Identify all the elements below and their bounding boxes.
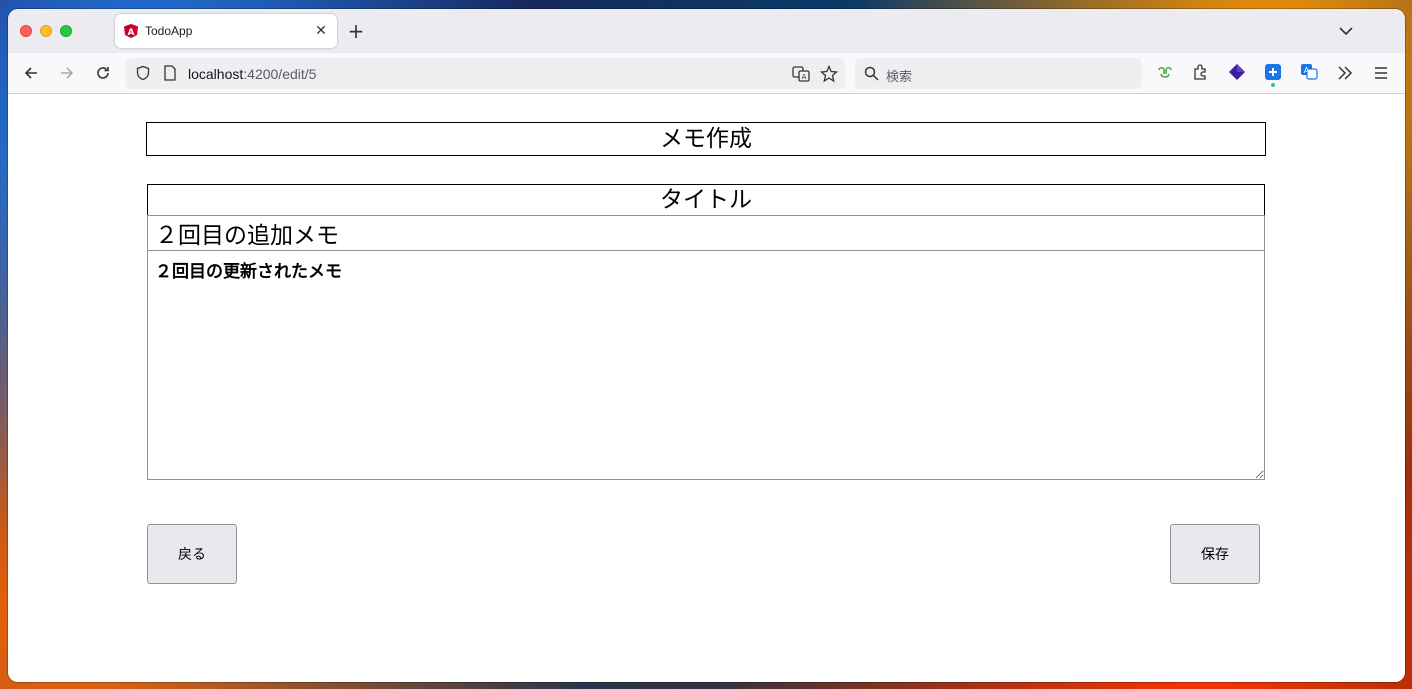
nav-bar: localhost:4200/edit/5 A 検索 A	[8, 53, 1405, 94]
diamond-extension-icon[interactable]	[1228, 63, 1246, 81]
plus-extension-icon[interactable]	[1264, 63, 1282, 81]
star-icon[interactable]	[820, 65, 838, 83]
url-text[interactable]: localhost:4200/edit/5	[188, 66, 316, 82]
menu-icon[interactable]	[1372, 64, 1390, 82]
page-title: メモ作成	[146, 122, 1266, 156]
memo-body-textarea[interactable]: ２回目の更新されたメモ	[147, 250, 1265, 480]
svg-text:A: A	[128, 28, 135, 38]
save-button[interactable]: 保存	[1170, 524, 1260, 584]
overflow-icon[interactable]	[1336, 64, 1354, 82]
title-input[interactable]	[147, 215, 1265, 251]
new-tab-icon[interactable]: +	[346, 21, 366, 42]
url-bar[interactable]: localhost:4200/edit/5 A	[126, 58, 845, 89]
svg-text:A: A	[802, 73, 807, 81]
angular-logo-icon: A	[124, 24, 138, 38]
page-icon[interactable]	[163, 65, 177, 81]
shield-icon[interactable]	[135, 65, 151, 81]
extension-icon[interactable]	[1155, 64, 1175, 82]
translate-extension-icon[interactable]: A	[1300, 63, 1318, 81]
minimize-window-button[interactable]	[40, 25, 52, 37]
title-label: タイトル	[147, 184, 1265, 216]
tab-bar: A TodoApp ✕ +	[8, 9, 1405, 53]
url-path: :4200/edit/5	[243, 66, 317, 82]
reload-icon[interactable]	[93, 63, 113, 83]
translate-icon[interactable]: A	[792, 65, 810, 83]
back-arrow-icon[interactable]	[21, 63, 41, 83]
page-content: メモ作成 タイトル ２回目の更新されたメモ 戻る 保存	[8, 95, 1405, 682]
search-bar[interactable]: 検索	[855, 58, 1142, 89]
search-icon	[864, 66, 879, 81]
back-button[interactable]: 戻る	[147, 524, 237, 584]
browser-tab[interactable]: A TodoApp ✕	[115, 14, 337, 48]
puzzle-icon[interactable]	[1192, 63, 1210, 81]
url-host: localhost	[188, 66, 244, 82]
chevron-down-icon[interactable]	[1337, 22, 1355, 40]
search-input[interactable]: 検索	[886, 66, 912, 85]
close-window-button[interactable]	[20, 25, 32, 37]
svg-text:A: A	[1304, 66, 1310, 75]
close-tab-icon[interactable]: ✕	[313, 23, 329, 39]
active-dot	[1271, 83, 1275, 87]
browser-window: A TodoApp ✕ + localhost:4200/edit/5 A 検索…	[8, 9, 1405, 682]
tab-title: TodoApp	[145, 24, 193, 38]
maximize-window-button[interactable]	[60, 25, 72, 37]
forward-arrow-icon[interactable]	[57, 63, 77, 83]
